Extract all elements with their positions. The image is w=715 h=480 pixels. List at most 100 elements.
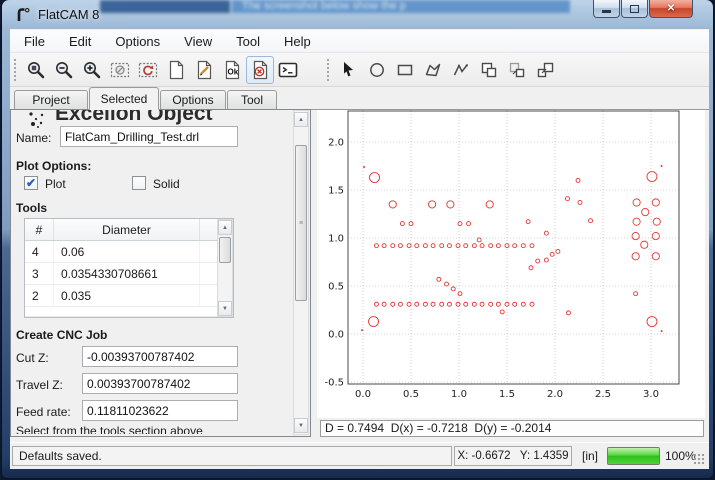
tab-tool[interactable]: Tool [227, 90, 277, 110]
tab-project[interactable]: Project [14, 90, 88, 110]
status-message: Defaults saved. [12, 446, 452, 466]
tool-diameter-cell[interactable]: 0.0354330708661 [54, 263, 200, 284]
plot-checkbox-label[interactable]: Plot [45, 177, 66, 191]
scroll-down-arrow[interactable]: ▼ [218, 301, 232, 316]
progress-bar [607, 447, 660, 465]
solid-checkbox-label[interactable]: Solid [153, 177, 180, 191]
cnc-job-heading: Create CNC Job [16, 328, 107, 342]
progress-percent: 100% [665, 449, 696, 463]
svg-text:1.5: 1.5 [328, 186, 344, 197]
travel-z-input[interactable] [82, 373, 238, 394]
tab-options[interactable]: Options [160, 90, 226, 110]
new-file-button[interactable] [162, 56, 190, 84]
flatcam-logo-icon [14, 6, 32, 24]
menu-file[interactable]: File [12, 31, 57, 52]
scroll-up-arrow[interactable]: ▲ [294, 112, 308, 127]
feed-rate-input[interactable] [82, 400, 238, 421]
tool-number-cell[interactable]: 4 [25, 241, 54, 262]
zoom-out-button[interactable] [50, 56, 78, 84]
resize-grip-icon[interactable] [693, 453, 705, 465]
table-row[interactable]: 2 0.035 [25, 285, 233, 307]
toolbar-drag-handle[interactable] [326, 58, 331, 82]
menu-help[interactable]: Help [272, 31, 323, 52]
command-shell-button[interactable] [274, 56, 302, 84]
close-button[interactable]: ✕ [649, 0, 693, 18]
zoom-in-button[interactable] [78, 56, 106, 84]
minimize-button[interactable] [593, 0, 620, 18]
svg-text:Ok: Ok [228, 67, 239, 76]
excellon-object-panel: Excellon Object Name: Plot Options: ✔ Pl… [12, 110, 293, 434]
tab-bar: Project Selected Options Tool [10, 87, 709, 110]
select-tool-button[interactable] [335, 56, 363, 84]
plot-checkbox[interactable]: ✔ [24, 176, 38, 190]
table-scrollbar[interactable]: ▲ ▼ [217, 219, 233, 317]
column-header-diameter[interactable]: Diameter [54, 219, 200, 240]
scroll-down-arrow[interactable]: ▼ [294, 418, 308, 433]
column-header-number[interactable]: # [25, 219, 54, 240]
desktop-background: The screenshot below show the p FlatCAM … [0, 0, 715, 480]
svg-text:1.0: 1.0 [451, 389, 467, 400]
menu-view[interactable]: View [172, 31, 224, 52]
drill-hole-marker [661, 165, 663, 167]
cut-z-input[interactable] [82, 346, 238, 367]
scroll-up-arrow[interactable]: ▲ [218, 220, 232, 235]
feed-rate-label: Feed rate: [16, 405, 71, 419]
tool-diameter-cell[interactable]: 0.035 [54, 285, 200, 306]
edit-geometry-button[interactable] [190, 56, 218, 84]
svg-text:0.0: 0.0 [328, 330, 344, 341]
panel-scrollbar-thumb[interactable]: ≡ [295, 145, 307, 301]
menu-options[interactable]: Options [103, 31, 172, 52]
move-objects-tool-button[interactable] [531, 56, 559, 84]
travel-z-label: Travel Z: [16, 378, 63, 392]
tool-diameter-cell[interactable]: 0.06 [54, 241, 200, 262]
plot-options-label: Plot Options: [16, 159, 91, 173]
tools-section-note: Select from the tools section above [16, 424, 203, 434]
svg-text:0.0: 0.0 [355, 389, 371, 400]
toolbar-drag-handle[interactable] [13, 58, 18, 82]
panel-scrollbar[interactable]: ▲ ≡ ▼ [293, 110, 309, 435]
table-row[interactable]: 4 0.06 [25, 241, 233, 263]
menu-edit[interactable]: Edit [57, 31, 103, 52]
title-bar[interactable]: FlatCAM 8 ✕ [2, 0, 713, 29]
zoom-fit-button[interactable] [22, 56, 50, 84]
flatcam-window: The screenshot below show the p FlatCAM … [2, 0, 713, 478]
drill-hole-marker [661, 330, 663, 332]
svg-text:2.0: 2.0 [547, 389, 563, 400]
coordinates-readout: X: -0.6672 Y: 1.4359 [454, 446, 572, 466]
update-geometry-ok-button[interactable]: Ok [218, 56, 246, 84]
tool-number-cell[interactable]: 2 [25, 285, 54, 306]
copy-objects-tool-button[interactable] [503, 56, 531, 84]
progress-fill [608, 448, 659, 464]
table-row-partial[interactable] [25, 307, 233, 317]
drill-hole-marker [361, 329, 363, 331]
name-label: Name: [16, 131, 51, 145]
cut-z-label: Cut Z: [16, 351, 49, 365]
svg-text:1.5: 1.5 [499, 389, 515, 400]
status-bar: Defaults saved. X: -0.6672 Y: 1.4359 [in… [10, 442, 709, 468]
tool-number-cell[interactable]: 3 [25, 263, 54, 284]
solid-checkbox[interactable]: ✔ [132, 176, 146, 190]
tools-table-header[interactable]: # Diameter [25, 219, 233, 241]
svg-text:0.5: 0.5 [403, 389, 419, 400]
plot-canvas[interactable]: 0.00.51.01.52.02.53.0-0.50.00.51.01.52.0 [317, 110, 705, 418]
menu-tool[interactable]: Tool [224, 31, 272, 52]
tab-selected[interactable]: Selected [89, 87, 159, 110]
menu-bar: File Edit Options View Tool Help [10, 30, 709, 53]
replot-button[interactable] [134, 56, 162, 84]
draw-rectangle-tool-button[interactable] [391, 56, 419, 84]
toolbar: Ok [10, 53, 709, 87]
draw-polygon-tool-button[interactable] [419, 56, 447, 84]
table-scrollbar-thumb[interactable] [219, 237, 231, 263]
clear-plot-button[interactable] [106, 56, 134, 84]
table-row[interactable]: 3 0.0354330708661 [25, 263, 233, 285]
name-input[interactable] [60, 126, 238, 147]
draw-path-tool-button[interactable] [447, 56, 475, 84]
tools-table: # Diameter 4 0.06 3 0.0354330708661 2 0.… [24, 218, 234, 318]
maximize-button[interactable] [621, 0, 648, 18]
delete-object-button[interactable] [246, 56, 274, 84]
draw-circle-tool-button[interactable] [363, 56, 391, 84]
polygon-union-tool-button[interactable] [475, 56, 503, 84]
units-indicator: [in] [582, 449, 598, 463]
svg-text:0.5: 0.5 [328, 282, 344, 293]
drill-plot[interactable]: 0.00.51.01.52.02.53.0-0.50.00.51.01.52.0 [317, 110, 705, 418]
